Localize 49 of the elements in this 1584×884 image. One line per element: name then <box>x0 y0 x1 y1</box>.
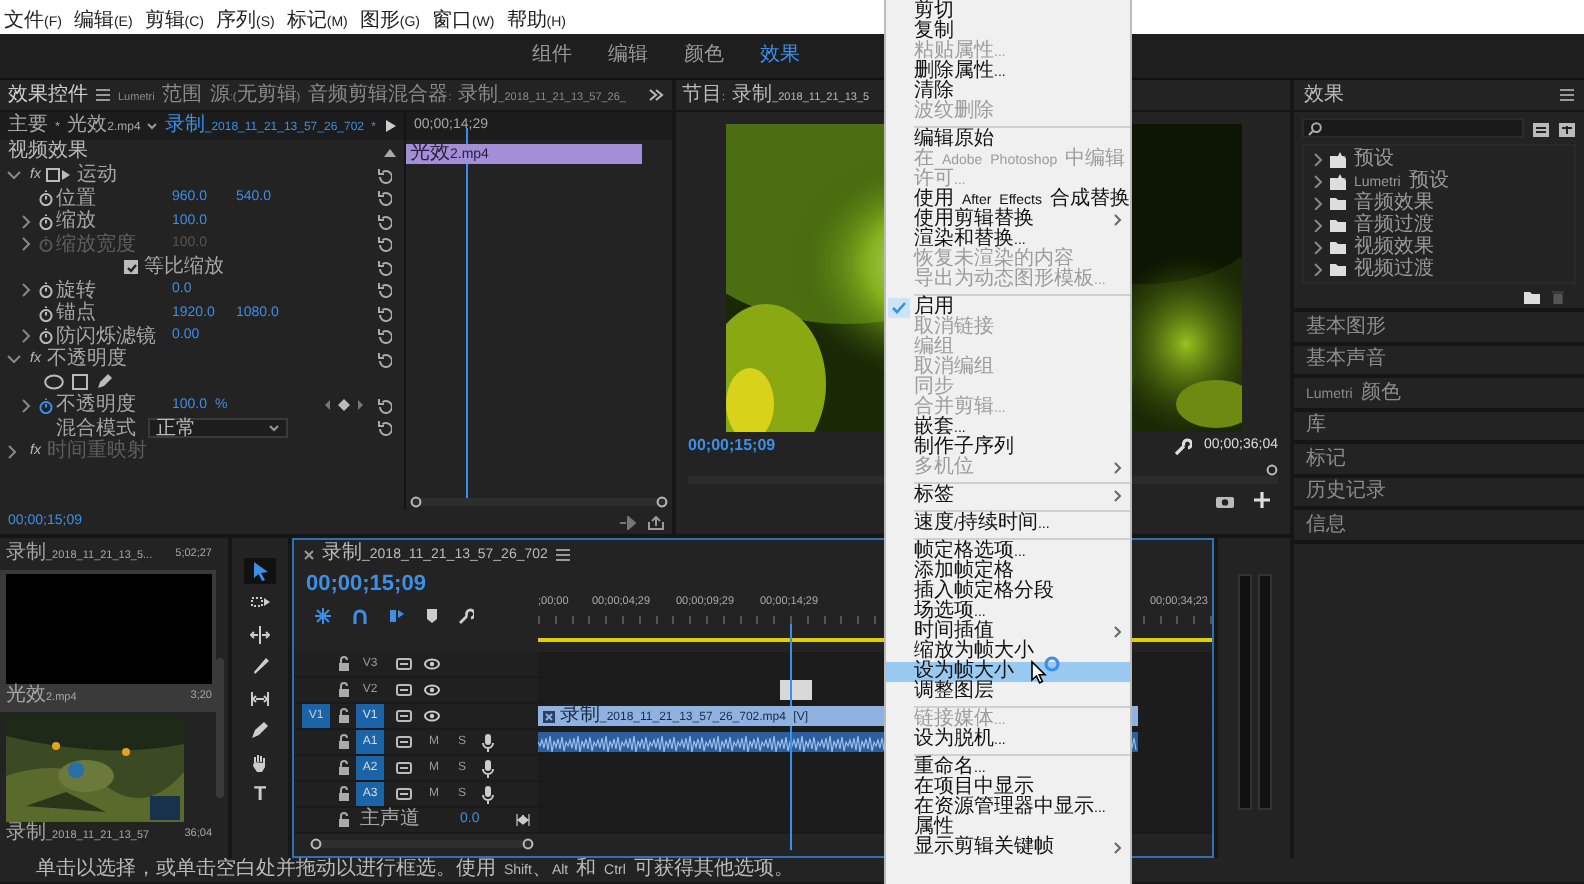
panel-tab[interactable]: 效果控件 <box>8 83 88 107</box>
param-label: 缩放宽度 <box>56 233 138 256</box>
panel-header[interactable]: 信息 <box>1294 506 1584 539</box>
effect-name: 不透明度 <box>46 348 127 371</box>
menu-item[interactable]: 编辑原始 <box>886 130 1130 150</box>
panel-header[interactable]: 库 <box>1294 407 1584 440</box>
workspace-tab[interactable]: 颜色 <box>684 44 724 68</box>
workspace-tab[interactable]: 编辑 <box>608 44 648 68</box>
panel-header[interactable]: 基本图形 <box>1294 308 1584 341</box>
menu-item[interactable]: 标签 <box>886 486 1130 506</box>
param-label: 防闪烁滤镜 <box>56 325 158 347</box>
timecode: 00;00;15;09 <box>688 436 776 456</box>
menu-item[interactable]: 缩放为帧大小 <box>886 642 1130 662</box>
blend-mode-dropdown[interactable]: 正常 <box>148 418 288 439</box>
menu-item[interactable]: 复制 <box>886 22 1130 42</box>
menu-item[interactable]: 时间插值 <box>886 622 1130 642</box>
menu-item[interactable]: 显示剪辑关键帧 <box>886 838 1130 858</box>
effect-name: 运动 <box>76 164 117 187</box>
param-label: 锚点 <box>56 302 98 325</box>
param-label: 不透明度 <box>56 394 138 417</box>
panel-header[interactable]: 基本声音 <box>1294 341 1584 374</box>
effect-name: 时间重映射 <box>46 440 147 463</box>
menu-item[interactable]: 设为帧大小 <box>886 662 1130 682</box>
effects-folder[interactable]: 视频效果 <box>1304 236 1574 258</box>
menu-item[interactable]: 添加帧定格 <box>886 562 1130 582</box>
effects-folder[interactable]: 音频过渡 <box>1304 214 1574 236</box>
menu-item[interactable]: 制作子序列 <box>886 438 1130 458</box>
timecode: 00;00;15;09 <box>306 572 428 600</box>
menu-item[interactable]: 启用 <box>886 298 1130 318</box>
section-label: 视频效果 <box>8 140 88 163</box>
workspace-tab[interactable]: 组件 <box>532 44 572 68</box>
param-label: 混合模式 <box>56 417 136 439</box>
track-name: 主声道 <box>360 808 420 832</box>
workspace-tab[interactable]: 效果 <box>760 44 800 68</box>
param-label: 缩放 <box>56 210 98 233</box>
type-tool[interactable]: T <box>244 782 276 808</box>
effects-folder[interactable]: 预设 <box>1304 148 1574 170</box>
param-label: 位置 <box>56 187 98 209</box>
panel-title[interactable]: 效果 <box>1304 83 1344 107</box>
menu-item[interactable]: 清除 <box>886 82 1130 102</box>
effects-folder[interactable]: 音频效果 <box>1304 192 1574 214</box>
menu-item[interactable]: 插入帧定格分段 <box>886 582 1130 602</box>
menu-item[interactable]: 属性 <box>886 818 1130 838</box>
menu-item[interactable]: 使用剪辑替换 <box>886 210 1130 230</box>
panel-header[interactable]: 历史记录 <box>1294 473 1584 506</box>
effects-folder[interactable]: 视频过渡 <box>1304 258 1574 280</box>
param-label: 旋转 <box>56 279 98 301</box>
panel-header[interactable]: 标记 <box>1294 440 1584 473</box>
checkbox-label: 等比缩放 <box>144 256 224 279</box>
